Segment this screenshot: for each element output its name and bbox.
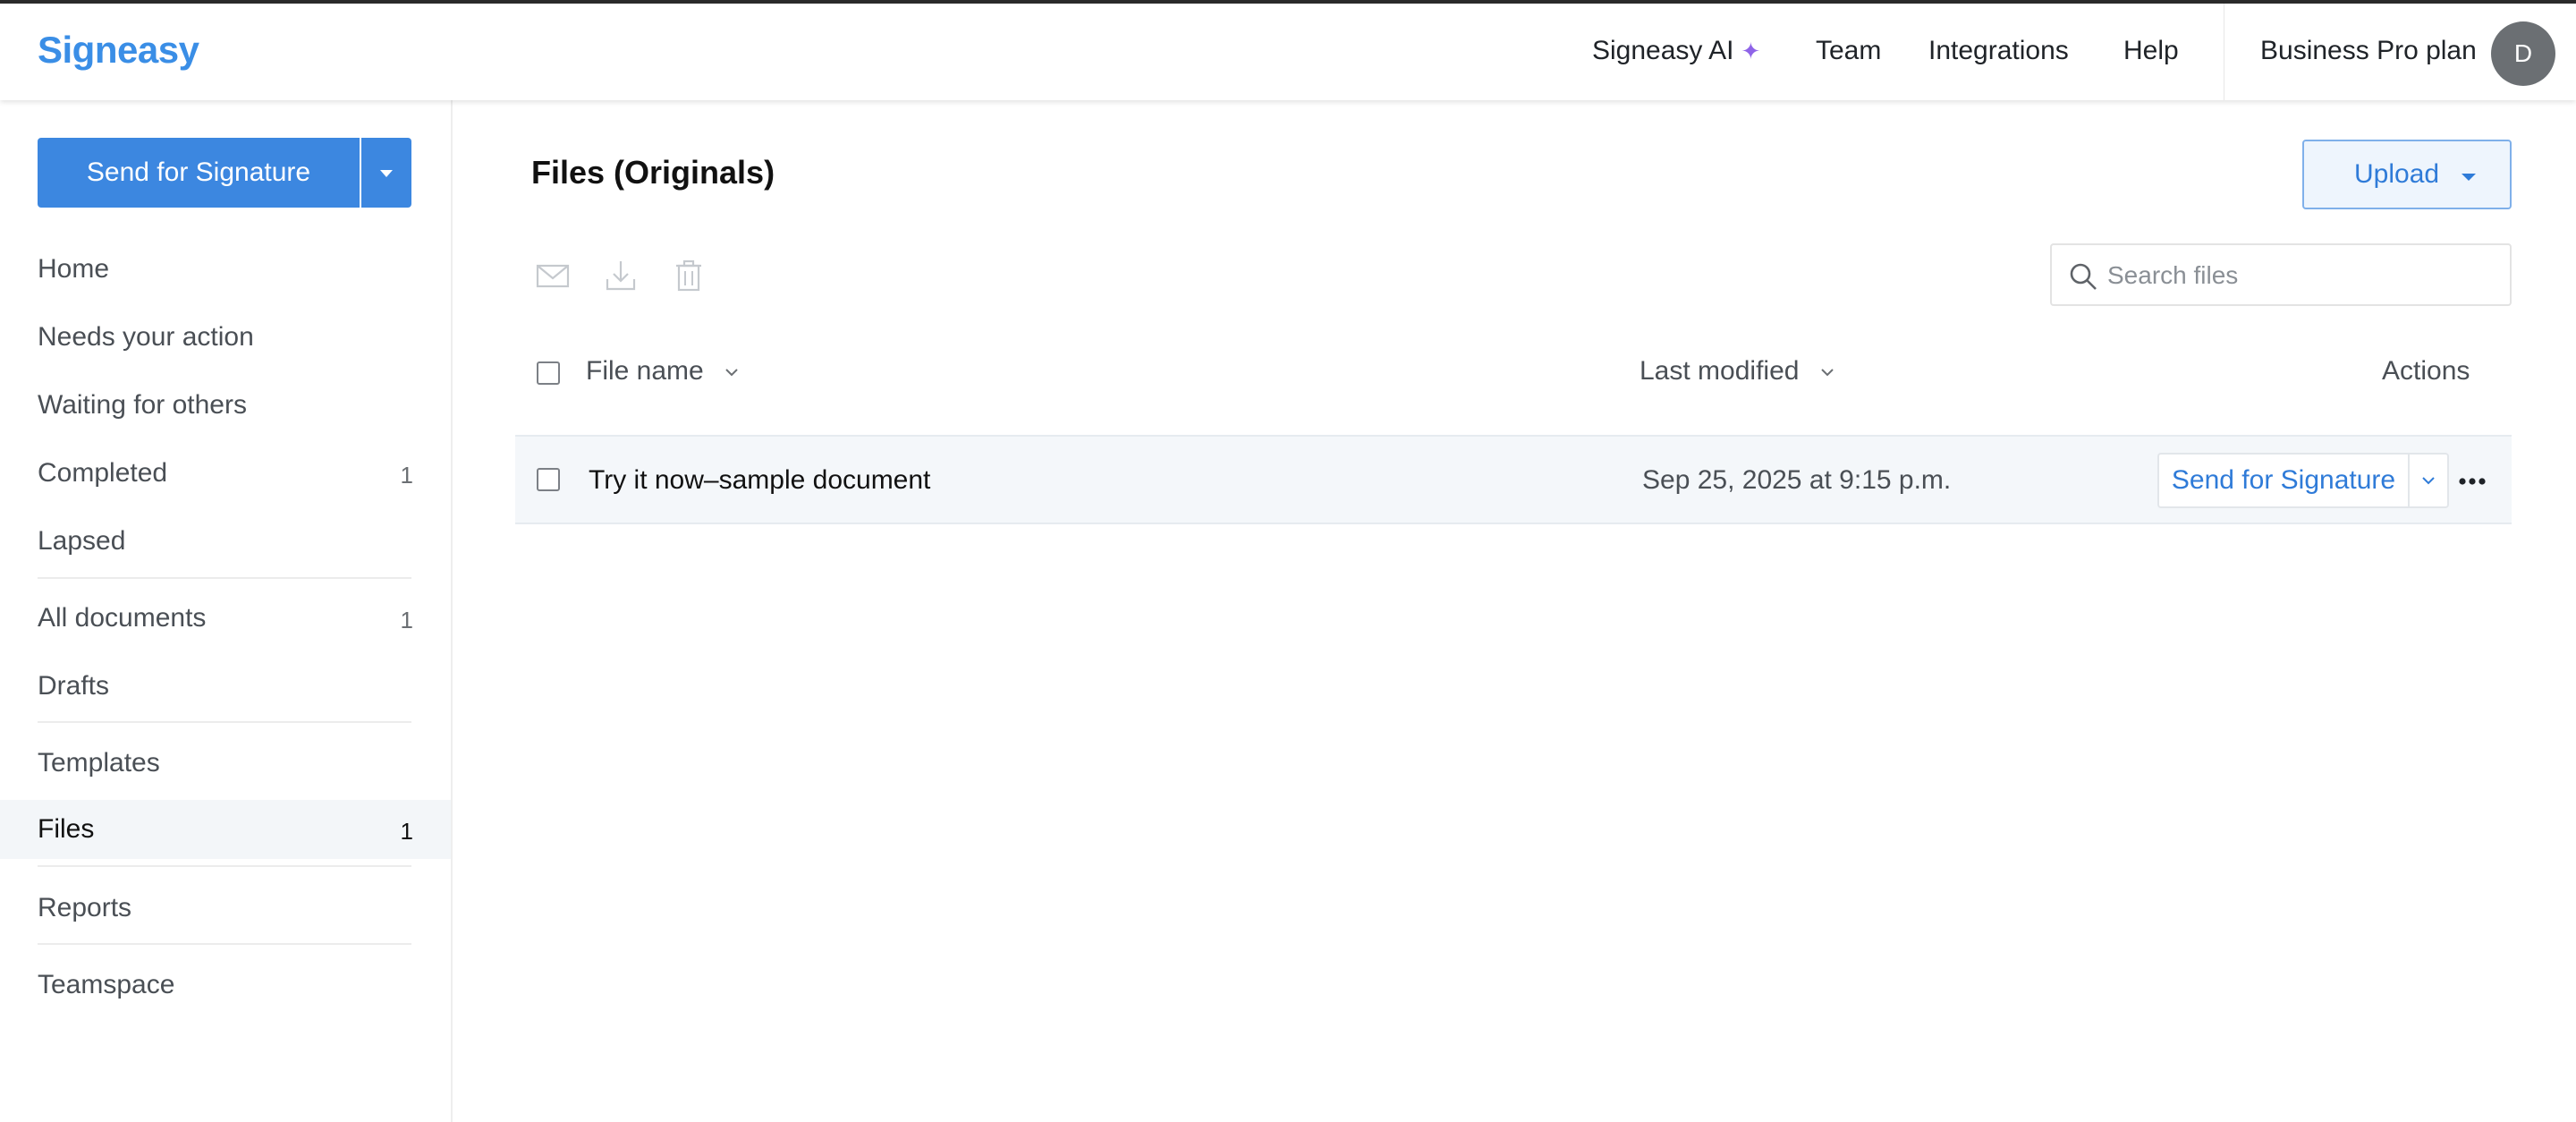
sidebar-divider <box>38 577 411 579</box>
more-options-icon[interactable] <box>2454 463 2490 499</box>
plan-label[interactable]: Business Pro plan <box>2260 36 2477 66</box>
sidebar-item-label: Completed <box>38 458 168 488</box>
sparkle-icon: ✦ <box>1741 38 1761 64</box>
nav-team[interactable]: Team <box>1816 36 1881 66</box>
sidebar-divider <box>38 865 411 867</box>
column-header-actions: Actions <box>2382 356 2470 386</box>
download-icon[interactable] <box>603 258 639 293</box>
nav-help[interactable]: Help <box>2123 36 2179 66</box>
sidebar-item-home[interactable]: Home <box>0 240 451 299</box>
row-checkbox[interactable] <box>537 468 560 491</box>
sidebar-item-drafts[interactable]: Drafts <box>0 657 451 716</box>
avatar[interactable]: D <box>2491 21 2555 86</box>
row-send-options-button[interactable] <box>2408 453 2449 508</box>
caret-down-icon <box>380 170 393 177</box>
column-header-last-modified[interactable]: Last modified <box>1640 356 1835 387</box>
sidebar-item-label: Home <box>38 254 110 284</box>
sidebar-item-count: 1 <box>400 607 413 633</box>
send-options-button[interactable] <box>361 138 411 208</box>
signeasy-logo[interactable]: Signeasy <box>38 29 199 72</box>
sidebar: Send for Signature Home Needs your actio… <box>0 100 453 1122</box>
sidebar-item-lapsed[interactable]: Lapsed <box>0 512 451 571</box>
sidebar-item-label: Templates <box>38 748 160 778</box>
account-area: Business Pro plan D <box>2224 4 2576 100</box>
nav-integrations[interactable]: Integrations <box>1928 36 2069 66</box>
sidebar-item-all-documents[interactable]: All documents 1 <box>0 589 451 648</box>
sidebar-item-label: Teamspace <box>38 970 175 999</box>
nav-signeasy-ai-label: Signeasy AI <box>1592 36 1734 65</box>
sidebar-item-waiting-for-others[interactable]: Waiting for others <box>0 376 451 435</box>
sidebar-item-label: Drafts <box>38 671 110 701</box>
sidebar-item-label: All documents <box>38 603 207 633</box>
sidebar-item-label: Waiting for others <box>38 390 247 420</box>
search-icon <box>2070 263 2097 290</box>
row-send-for-signature-button[interactable]: Send for Signature <box>2157 453 2408 508</box>
sidebar-divider <box>38 943 411 945</box>
upload-button[interactable]: Upload <box>2302 140 2512 209</box>
nav-signeasy-ai[interactable]: Signeasy AI ✦ <box>1592 36 1760 66</box>
mail-icon[interactable] <box>535 258 571 293</box>
sidebar-item-label: Lapsed <box>38 526 126 556</box>
sidebar-item-templates[interactable]: Templates <box>0 734 451 793</box>
sidebar-item-needs-your-action[interactable]: Needs your action <box>0 308 451 367</box>
search-box <box>2050 243 2512 306</box>
chevron-down-icon <box>2422 477 2435 485</box>
search-input[interactable] <box>2106 256 2494 295</box>
sidebar-item-completed[interactable]: Completed 1 <box>0 444 451 503</box>
column-header-label: File name <box>586 356 704 386</box>
top-bar: Signeasy Signeasy AI ✦ Team Integrations … <box>0 0 2576 100</box>
caret-down-icon <box>2462 174 2476 181</box>
table-row[interactable]: Try it now–sample document Sep 25, 2025 … <box>515 435 2512 524</box>
sidebar-item-reports[interactable]: Reports <box>0 879 451 938</box>
chevron-down-icon <box>725 369 738 377</box>
sidebar-divider <box>38 721 411 723</box>
trash-icon[interactable] <box>671 258 707 293</box>
column-header-label: Last modified <box>1640 356 1800 386</box>
sidebar-item-teamspace[interactable]: Teamspace <box>0 956 451 1015</box>
last-modified: Sep 25, 2025 at 9:15 p.m. <box>1642 465 1952 495</box>
upload-button-label: Upload <box>2354 159 2440 189</box>
select-all-checkbox[interactable] <box>537 361 560 385</box>
sidebar-item-label: Files <box>38 814 95 844</box>
column-header-file-name[interactable]: File name <box>586 356 740 387</box>
sidebar-item-count: 1 <box>400 462 413 489</box>
chevron-down-icon <box>1821 369 1834 377</box>
sidebar-item-count: 1 <box>400 818 413 845</box>
sidebar-item-label: Needs your action <box>38 322 254 352</box>
page-title: Files (Originals) <box>531 154 775 191</box>
sidebar-item-label: Reports <box>38 893 132 922</box>
sidebar-item-files[interactable]: Files 1 <box>0 800 451 859</box>
send-for-signature-button[interactable]: Send for Signature <box>38 138 360 208</box>
file-name[interactable]: Try it now–sample document <box>589 465 930 496</box>
